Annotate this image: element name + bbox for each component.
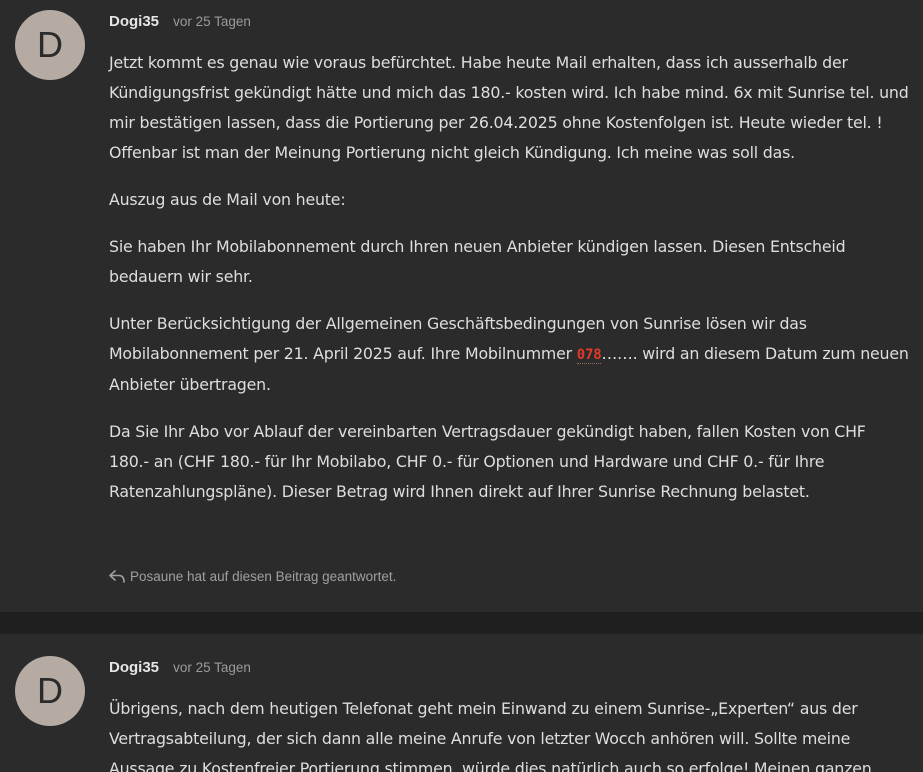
post-paragraph: Da Sie Ihr Abo vor Ablauf der vereinbart… [109, 422, 866, 501]
post-meta: Dogi35 vor 25 Tagen [109, 11, 251, 30]
post-paragraph: Unter Berücksichtigung der Allgemeinen G… [109, 309, 909, 400]
reply-note[interactable]: Posaune hat auf diesen Beitrag geantwort… [109, 569, 396, 584]
username[interactable]: Dogi35 [109, 13, 159, 30]
timestamp[interactable]: vor 25 Tagen [173, 14, 251, 29]
post-1: D Dogi35 vor 25 Tagen Jetzt kommt es gen… [0, 0, 923, 612]
post-2: D Dogi35 vor 25 Tagen Übrigens, nach dem… [0, 634, 923, 772]
post-paragraph: Auszug aus de Mail von heute: [109, 190, 346, 209]
post-content: Übrigens, nach dem heutigen Telefonat ge… [109, 694, 909, 772]
post-paragraph: Jetzt kommt es genau wie voraus befürcht… [109, 53, 909, 162]
reply-icon [109, 570, 125, 583]
post-paragraph: Übrigens, nach dem heutigen Telefonat ge… [109, 699, 872, 772]
post-meta: Dogi35 vor 25 Tagen [109, 657, 251, 676]
avatar[interactable]: D [15, 656, 85, 726]
reply-note-text: Posaune hat auf diesen Beitrag geantwort… [130, 569, 397, 584]
timestamp[interactable]: vor 25 Tagen [173, 660, 251, 675]
post-content: Jetzt kommt es genau wie voraus befürcht… [109, 48, 909, 524]
phone-number-link[interactable]: 078 [576, 347, 602, 364]
post-paragraph: Sie haben Ihr Mobilabonnement durch Ihre… [109, 237, 846, 286]
username[interactable]: Dogi35 [109, 659, 159, 676]
avatar[interactable]: D [15, 10, 85, 80]
